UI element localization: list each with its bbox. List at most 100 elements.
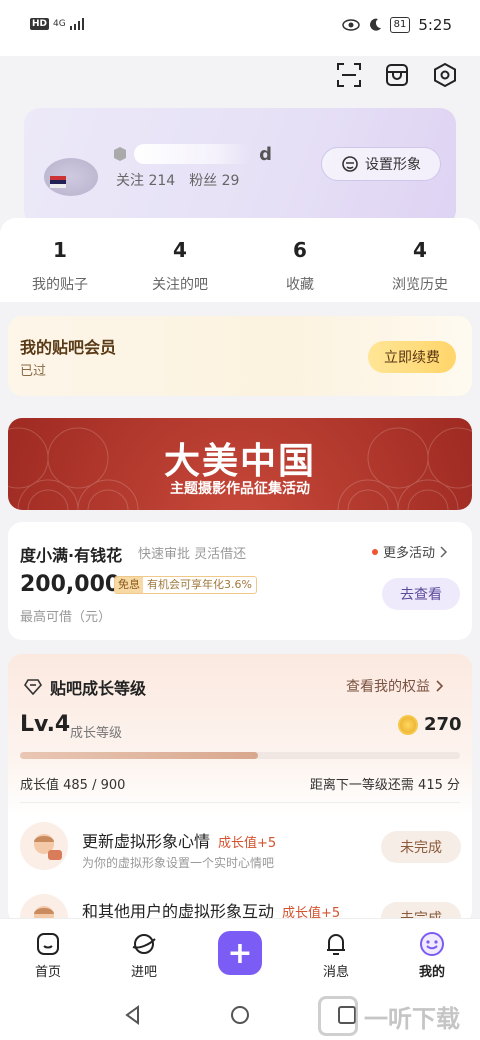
chevron-right-icon xyxy=(436,680,444,692)
avatar-face-icon xyxy=(342,156,358,172)
follow-stats: 关注 214 粉丝 29 xyxy=(116,170,239,190)
settings-icon[interactable] xyxy=(430,60,460,90)
vip-title: 我的贴吧会员 xyxy=(20,338,117,357)
bottom-tab-bar: 首页 进吧 + 消息 我的 xyxy=(0,918,480,990)
growth-title: 贴吧成长等级 xyxy=(24,675,146,699)
growth-value-text: 成长值 485 / 900 xyxy=(20,778,126,793)
task-points: 成长值+5 xyxy=(218,836,277,851)
moon-icon xyxy=(369,18,381,31)
growth-progress-fill xyxy=(20,752,258,759)
badge-text: 有机会可享年化3.6% xyxy=(147,578,252,591)
banner-subtitle: 主题摄影作品征集活动 xyxy=(170,481,310,497)
loan-title: 度小满·有钱花 xyxy=(20,546,123,565)
signal-icon xyxy=(69,18,84,30)
coin-balance[interactable]: 270 xyxy=(398,714,462,735)
view-loan-button[interactable]: 去查看 xyxy=(382,578,460,610)
task-status-button[interactable]: 未完成 xyxy=(381,831,461,863)
status-right: 81 5:25 xyxy=(341,16,452,34)
bell-icon xyxy=(327,934,345,955)
fans-label: 粉丝 xyxy=(189,173,218,189)
view-benefits-link[interactable]: 查看我的权益 xyxy=(346,676,444,696)
stat-favorites[interactable]: 6 收藏 xyxy=(240,218,360,302)
eye-icon xyxy=(341,19,360,31)
follow-count: 214 xyxy=(148,173,176,189)
set-avatar-label: 设置形象 xyxy=(365,157,421,173)
follow-label: 关注 xyxy=(116,173,144,189)
stat-number: 6 xyxy=(293,238,307,262)
stat-posts[interactable]: 1 我的贴子 xyxy=(0,218,120,302)
more-activities-label: 更多活动 xyxy=(383,546,436,561)
loan-tagline: 快速审批 灵活借还 xyxy=(138,547,247,562)
task-subtitle: 为你的虚拟形象设置一个实时心情吧 xyxy=(82,856,275,870)
tab-bars[interactable]: 进吧 xyxy=(96,919,192,990)
vip-subtitle: 已过 xyxy=(20,364,47,379)
watermark: 一听下载 xyxy=(318,996,460,1036)
stat-label: 关注的吧 xyxy=(152,277,208,293)
stat-number: 4 xyxy=(413,238,427,262)
tab-messages[interactable]: 消息 xyxy=(288,919,384,990)
fans-stat[interactable]: 粉丝 29 xyxy=(189,170,239,190)
stat-number: 1 xyxy=(53,238,67,262)
avatar-cartoon-icon xyxy=(34,834,62,860)
signal-label: 4G xyxy=(53,19,66,29)
task-title: 更新虚拟形象心情 成长值+5 xyxy=(82,828,276,852)
battery-icon: 81 xyxy=(389,17,411,33)
loan-subtitle: 最高可借（元） xyxy=(20,610,112,625)
tab-me[interactable]: 我的 xyxy=(384,919,480,990)
tab-home[interactable]: 首页 xyxy=(0,919,96,990)
watermark-logo-icon xyxy=(318,996,358,1036)
tab-label: 消息 xyxy=(322,965,349,980)
scan-icon[interactable] xyxy=(334,60,364,90)
tab-label: 我的 xyxy=(418,965,445,980)
home-icon xyxy=(37,933,59,955)
username-redacted xyxy=(134,144,252,164)
renew-button[interactable]: 立即续费 xyxy=(368,341,456,373)
stat-label: 浏览历史 xyxy=(392,277,448,293)
smile-icon xyxy=(420,932,444,956)
growth-progress-bar xyxy=(20,752,460,759)
task-title-text: 更新虚拟形象心情 xyxy=(82,832,211,851)
growth-next-text: 距离下一等级还需 415 分 xyxy=(309,778,460,793)
tab-label: 首页 xyxy=(34,965,61,980)
loan-amount: 200,000 xyxy=(20,572,121,597)
plus-icon: + xyxy=(218,931,262,975)
coin-count: 270 xyxy=(424,714,462,735)
watermark-text: 一听下载 xyxy=(364,1004,460,1033)
task-avatar xyxy=(20,822,68,870)
stats-row: 1 我的贴子 4 关注的吧 6 收藏 4 浏览历史 xyxy=(0,218,480,302)
level-badge-icon xyxy=(114,147,126,161)
red-dot-icon xyxy=(372,548,378,555)
hd-icon: HD xyxy=(30,18,50,30)
divider xyxy=(20,802,460,803)
clock: 5:25 xyxy=(418,16,452,34)
banner-title: 大美中国 xyxy=(163,440,316,482)
home-circle-icon[interactable] xyxy=(230,1005,250,1025)
status-left: HD 4G xyxy=(30,18,84,30)
flag-icon xyxy=(50,176,66,188)
username[interactable]: d xyxy=(112,140,272,168)
planet-icon xyxy=(132,934,156,954)
level-label: 成长等级 xyxy=(70,726,123,741)
back-icon[interactable] xyxy=(123,1005,143,1025)
follow-stat[interactable]: 关注 214 xyxy=(116,170,175,190)
username-suffix: d xyxy=(259,143,272,165)
coin-icon xyxy=(398,714,418,735)
stat-label: 我的贴子 xyxy=(32,277,88,293)
level-value: Lv.4 xyxy=(20,712,71,737)
stat-number: 4 xyxy=(173,238,187,262)
interest-badge: 免息 有机会可享年化3.6% xyxy=(114,576,257,594)
more-activities-link[interactable]: 更多活动 xyxy=(372,542,448,561)
set-avatar-button[interactable]: 设置形象 xyxy=(321,147,441,181)
shop-icon[interactable] xyxy=(382,60,412,90)
growth-title-text: 贴吧成长等级 xyxy=(50,679,147,698)
stat-label: 收藏 xyxy=(286,277,314,293)
stat-history[interactable]: 4 浏览历史 xyxy=(360,218,480,302)
fans-count: 29 xyxy=(221,173,240,189)
view-benefits-label: 查看我的权益 xyxy=(346,679,430,695)
diamond-icon xyxy=(24,679,42,695)
top-icons xyxy=(334,60,460,90)
chevron-right-icon xyxy=(440,545,448,558)
tab-label: 进吧 xyxy=(130,965,157,980)
tab-post[interactable]: + xyxy=(192,919,288,990)
stat-followed-bars[interactable]: 4 关注的吧 xyxy=(120,218,240,302)
